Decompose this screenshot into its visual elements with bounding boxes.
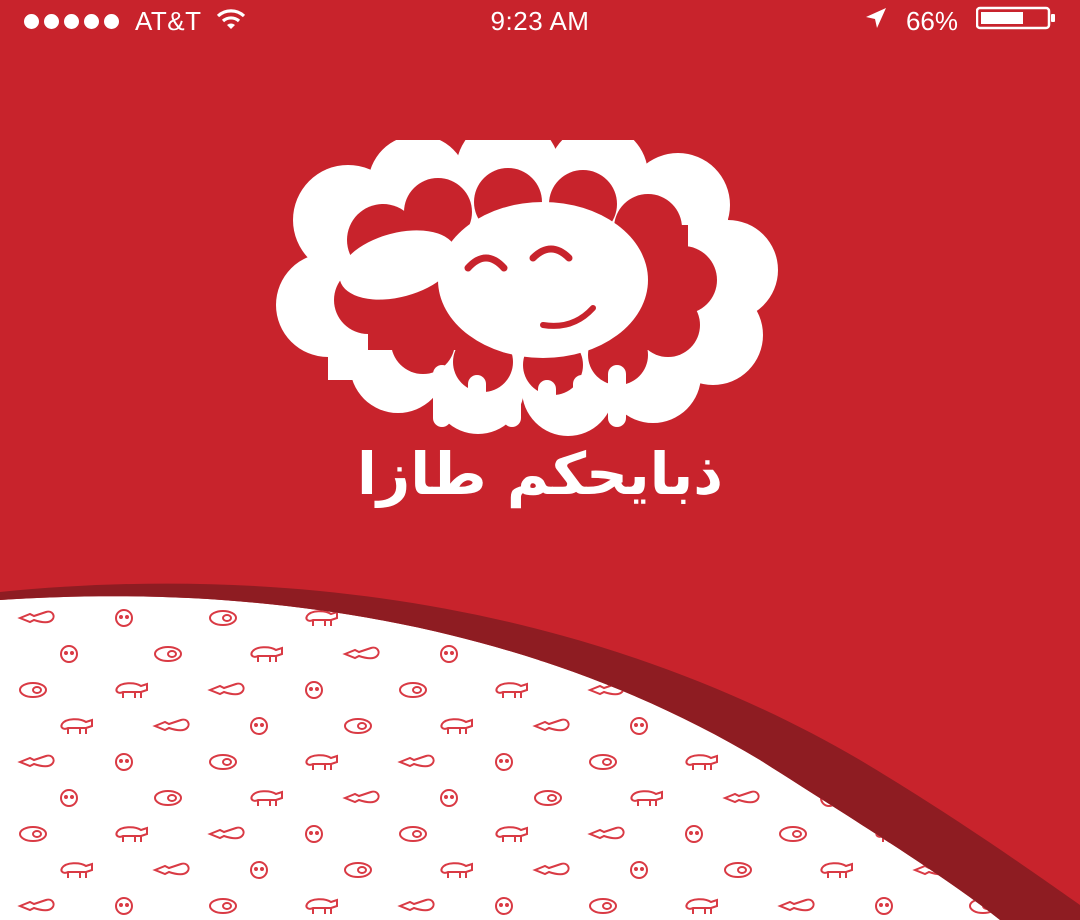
steak-icon <box>969 610 997 626</box>
sheep-face-icon <box>1011 718 1027 734</box>
sheep-face-icon <box>820 645 838 663</box>
sheep-icon <box>1011 791 1042 806</box>
lamb-leg-icon <box>914 718 950 732</box>
lamb-leg-icon <box>969 682 1000 696</box>
sheep-icon <box>1011 647 1042 662</box>
brand-title: ذبايحكم طازا <box>357 440 723 508</box>
steak-icon <box>914 646 942 662</box>
sheep-face-icon <box>875 753 893 771</box>
steak-icon <box>589 610 617 626</box>
steak-icon <box>969 754 997 770</box>
lamb-leg-icon <box>724 646 760 660</box>
lamb-leg-icon <box>779 610 815 624</box>
sheep-icon <box>685 610 718 627</box>
sheep-face-icon <box>1066 682 1080 698</box>
sheep-icon <box>875 682 908 699</box>
sheep-icon <box>1066 755 1080 770</box>
sheep-icon <box>820 718 853 735</box>
steak-icon <box>779 682 807 698</box>
status-right: 66% <box>864 6 1056 37</box>
sheep-logo-icon <box>258 118 798 440</box>
battery-icon <box>975 6 1056 37</box>
status-bar: AT&T 9:23 AM 66% <box>0 0 1080 46</box>
battery-percent: 66% <box>905 6 958 36</box>
sheep-face-icon <box>875 609 893 627</box>
sheep-icon <box>1066 611 1080 626</box>
location-arrow-icon <box>864 6 888 37</box>
sheep-face-icon <box>1066 826 1080 842</box>
